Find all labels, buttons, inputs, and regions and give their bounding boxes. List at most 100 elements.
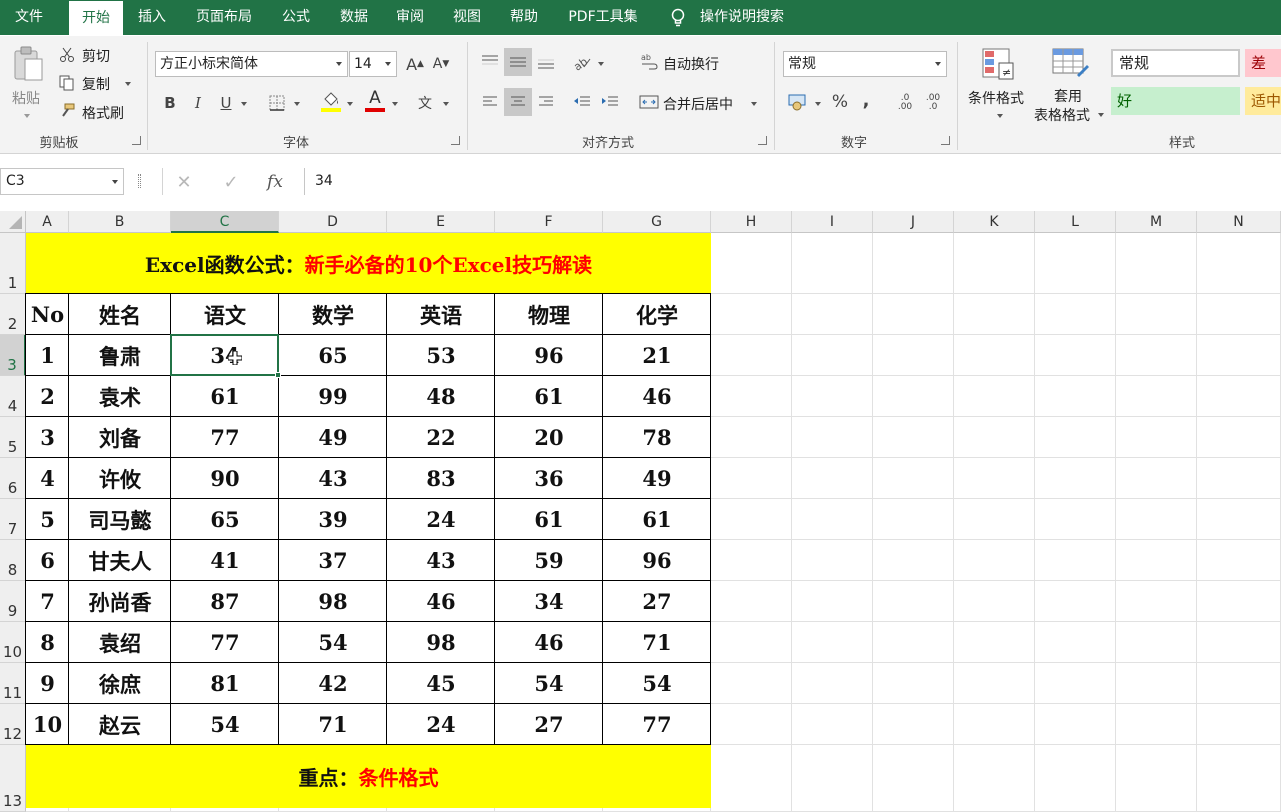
cut-button[interactable]: 剪切: [82, 46, 110, 66]
increase-decimal-button[interactable]: .0 .00: [894, 91, 916, 115]
align-top-icon[interactable]: [478, 50, 502, 74]
table-cell[interactable]: 4: [26, 458, 69, 499]
borders-icon[interactable]: [266, 92, 288, 114]
table-cell[interactable]: 83: [387, 458, 495, 499]
menu-formulas[interactable]: 公式: [272, 0, 320, 35]
table-header-cell[interactable]: 数学: [279, 294, 387, 335]
table-cell[interactable]: 43: [387, 540, 495, 581]
column-header-m[interactable]: M: [1116, 211, 1197, 233]
row-header-4[interactable]: 4: [0, 376, 26, 417]
table-cell[interactable]: 司马懿: [69, 499, 171, 540]
table-cell[interactable]: 徐庶: [69, 663, 171, 704]
menu-insert[interactable]: 插入: [126, 0, 178, 35]
formula-bar-grip-icon[interactable]: [138, 174, 141, 188]
table-cell[interactable]: 48: [387, 376, 495, 417]
table-cell[interactable]: 赵云: [69, 704, 171, 745]
column-header-n[interactable]: N: [1197, 211, 1281, 233]
column-header-l[interactable]: L: [1035, 211, 1116, 233]
format-as-table-icon[interactable]: [1050, 46, 1090, 82]
orientation-dropdown-icon[interactable]: [598, 62, 604, 66]
column-header-f[interactable]: F: [495, 211, 603, 233]
name-box[interactable]: C3: [0, 168, 124, 195]
table-cell[interactable]: 46: [387, 581, 495, 622]
conditional-formatting-button[interactable]: 条件格式: [968, 88, 1024, 108]
table-cell[interactable]: 49: [603, 458, 711, 499]
table-cell[interactable]: 34: [495, 581, 603, 622]
bold-button[interactable]: B: [160, 91, 180, 115]
table-cell[interactable]: 袁术: [69, 376, 171, 417]
enter-icon[interactable]: ✓: [219, 170, 243, 194]
format-painter-button[interactable]: 格式刷: [82, 103, 124, 123]
table-cell[interactable]: 甘夫人: [69, 540, 171, 581]
table-header-cell[interactable]: 英语: [387, 294, 495, 335]
table-cell[interactable]: 刘备: [69, 417, 171, 458]
row-header-10[interactable]: 10: [0, 622, 26, 663]
table-cell[interactable]: 71: [279, 704, 387, 745]
table-cell[interactable]: 87: [171, 581, 279, 622]
table-cell[interactable]: 78: [603, 417, 711, 458]
borders-dropdown-icon[interactable]: [294, 102, 300, 106]
row-header-2[interactable]: 2: [0, 294, 26, 335]
table-header-cell[interactable]: 化学: [603, 294, 711, 335]
insert-function-icon[interactable]: fx: [262, 170, 288, 194]
table-cell[interactable]: 许攸: [69, 458, 171, 499]
shrink-font-button[interactable]: A ▼: [430, 53, 452, 75]
row-header-1[interactable]: 1: [0, 233, 26, 294]
decrease-indent-icon[interactable]: [570, 90, 594, 114]
table-cell[interactable]: 45: [387, 663, 495, 704]
table-cell[interactable]: 7: [26, 581, 69, 622]
merge-center-button[interactable]: 合并后居中: [663, 94, 733, 114]
row-header-3[interactable]: 3: [0, 335, 26, 376]
conditional-dropdown-icon[interactable]: [997, 114, 1003, 118]
align-bottom-icon[interactable]: [534, 50, 558, 74]
table-cell[interactable]: 61: [495, 376, 603, 417]
footer-banner[interactable]: 重点： 条件格式: [26, 745, 711, 808]
comma-style-button[interactable]: ,: [857, 89, 875, 111]
table-cell[interactable]: 21: [603, 335, 711, 376]
style-bad[interactable]: 差: [1245, 49, 1281, 77]
orientation-icon[interactable]: ab: [570, 50, 594, 74]
menu-help[interactable]: 帮助: [500, 0, 548, 35]
table-cell[interactable]: 99: [279, 376, 387, 417]
table-cell[interactable]: 1: [26, 335, 69, 376]
column-header-i[interactable]: I: [792, 211, 873, 233]
decrease-decimal-button[interactable]: .00 .0: [922, 91, 944, 115]
merge-dropdown-icon[interactable]: [751, 102, 757, 106]
fill-handle[interactable]: [275, 372, 281, 378]
row-header-13[interactable]: 13: [0, 745, 26, 812]
align-center-icon[interactable]: [504, 88, 532, 116]
table-cell[interactable]: 46: [603, 376, 711, 417]
column-header-c[interactable]: C: [171, 211, 279, 233]
table-cell[interactable]: 65: [279, 335, 387, 376]
table-cell[interactable]: 77: [171, 622, 279, 663]
table-cell[interactable]: 3: [26, 417, 69, 458]
table-cell[interactable]: 27: [495, 704, 603, 745]
table-cell[interactable]: 22: [387, 417, 495, 458]
table-cell[interactable]: 20: [495, 417, 603, 458]
grow-font-button[interactable]: A ▲: [404, 53, 426, 75]
menu-file[interactable]: 文件: [0, 0, 58, 35]
paste-label[interactable]: 粘贴: [12, 88, 40, 108]
table-cell[interactable]: 96: [495, 335, 603, 376]
conditional-formatting-icon[interactable]: ≠: [980, 46, 1016, 82]
table-cell[interactable]: 36: [495, 458, 603, 499]
table-cell[interactable]: 9: [26, 663, 69, 704]
menu-home[interactable]: 开始: [69, 1, 123, 37]
table-header-cell[interactable]: 语文: [171, 294, 279, 335]
wrap-text-button[interactable]: 自动换行: [663, 54, 719, 74]
table-cell[interactable]: 49: [279, 417, 387, 458]
row-header-12[interactable]: 12: [0, 704, 26, 745]
phonetic-dropdown-icon[interactable]: [443, 102, 449, 106]
column-header-d[interactable]: D: [279, 211, 387, 233]
row-header-11[interactable]: 11: [0, 663, 26, 704]
column-header-e[interactable]: E: [387, 211, 495, 233]
table-cell[interactable]: 61: [495, 499, 603, 540]
menu-data[interactable]: 数据: [330, 0, 378, 35]
font-color-dropdown-icon[interactable]: [392, 102, 398, 106]
clipboard-launcher-icon[interactable]: [132, 136, 141, 145]
number-launcher-icon[interactable]: [941, 136, 950, 145]
table-header-cell[interactable]: No: [26, 294, 69, 335]
cancel-icon[interactable]: ✕: [172, 170, 196, 194]
table-cell[interactable]: 54: [603, 663, 711, 704]
row-header-5[interactable]: 5: [0, 417, 26, 458]
